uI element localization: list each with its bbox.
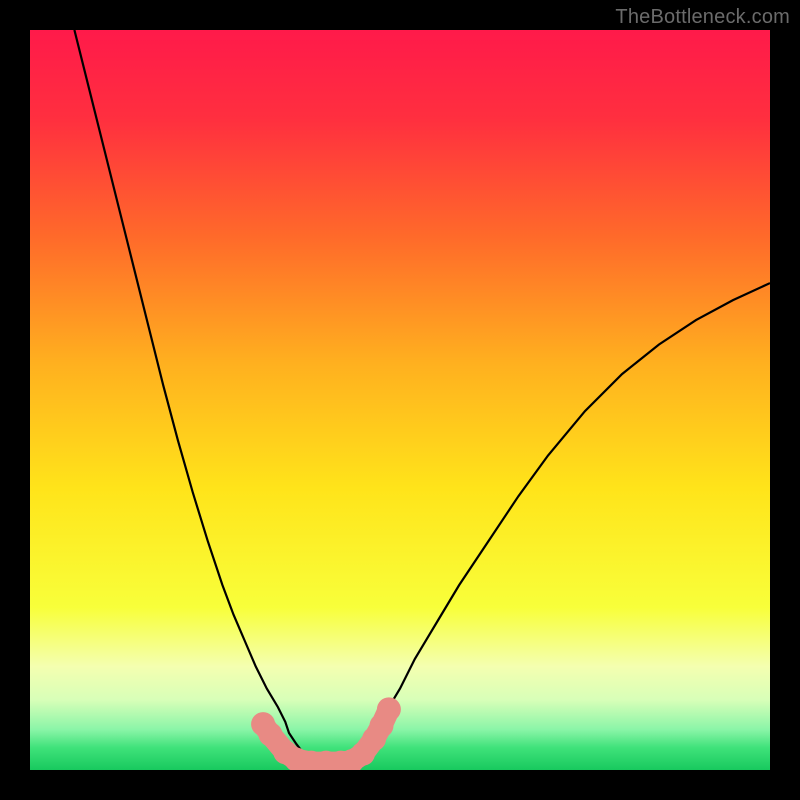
gradient-background [30, 30, 770, 770]
chart-frame: TheBottleneck.com [0, 0, 800, 800]
bottleneck-chart [30, 30, 770, 770]
watermark-text: TheBottleneck.com [615, 6, 790, 29]
band-dot [377, 697, 401, 721]
